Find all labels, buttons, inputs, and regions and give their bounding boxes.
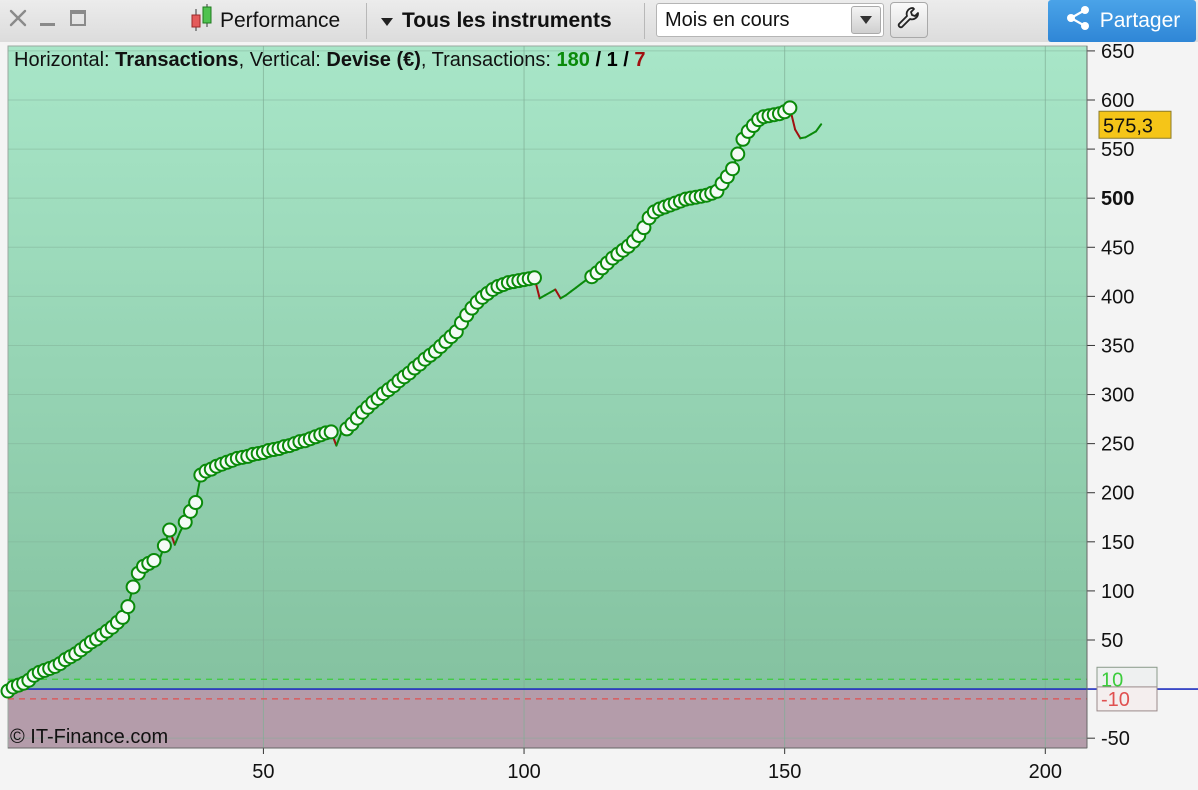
horizontal-value: Transactions xyxy=(115,49,239,71)
chart-header: Horizontal: Transactions, Vertical: Devi… xyxy=(14,49,646,71)
close-icon[interactable] xyxy=(8,6,28,30)
share-button[interactable]: Partager xyxy=(1048,0,1196,42)
horizontal-label: Horizontal: xyxy=(14,49,110,71)
equity-high-marker xyxy=(120,599,136,615)
vertical-label: Vertical: xyxy=(249,49,321,71)
lower-threshold-label-text: -10 xyxy=(1101,689,1130,711)
equity-high-marker xyxy=(188,495,204,511)
equity-high-marker xyxy=(730,146,746,162)
y-tick-label: -50 xyxy=(1101,728,1130,750)
wrench-icon xyxy=(896,5,922,36)
instruments-dropdown[interactable]: Tous les instruments xyxy=(380,4,612,38)
slash: / xyxy=(595,49,602,71)
y-tick-label: 100 xyxy=(1101,581,1134,603)
transactions-label: Transactions: xyxy=(431,49,551,71)
equity-high-marker xyxy=(125,579,141,595)
x-tick-label: 200 xyxy=(1029,761,1062,783)
y-tick-label: 50 xyxy=(1101,630,1123,652)
vertical-value: Devise (€) xyxy=(326,49,421,71)
y-tick-label: 150 xyxy=(1101,532,1134,554)
y-tick-label: 600 xyxy=(1101,90,1134,112)
copyright-text: © IT-Finance.com xyxy=(10,726,169,748)
minimize-icon[interactable] xyxy=(38,6,58,30)
toolbar: Performance Tous les instruments Mois en… xyxy=(0,0,1198,43)
period-select[interactable]: Mois en cours xyxy=(656,3,884,37)
instruments-label: Tous les instruments xyxy=(402,9,612,32)
y-tick-label: 250 xyxy=(1101,434,1134,456)
equity-high-marker xyxy=(323,424,339,440)
slash: / xyxy=(623,49,629,71)
performance-chart[interactable]: 50 100 150 20065060055050045040035030025020… xyxy=(0,42,1198,790)
y-tick-label: 200 xyxy=(1101,483,1134,505)
chart-area[interactable]: 50 100 150 200 650 600 550 500 450 400 350 300 250 20… xyxy=(0,42,1198,790)
x-tick-label: 150 xyxy=(768,761,801,783)
performance-label: Performance xyxy=(220,9,341,32)
settings-button[interactable] xyxy=(890,2,928,38)
equity-high-marker xyxy=(725,161,741,177)
positive-zone xyxy=(8,46,1087,690)
maximize-icon[interactable] xyxy=(68,6,88,30)
y-tick-label: 550 xyxy=(1101,139,1134,161)
equity-high-marker xyxy=(146,552,162,568)
x-tick-label: 50 xyxy=(252,761,274,783)
neutral-count: 1 xyxy=(606,49,618,71)
x-tick-label: 100 xyxy=(507,761,540,783)
negative-zone xyxy=(8,689,1087,748)
equity-high-marker xyxy=(156,538,172,554)
triangle-down-icon xyxy=(380,9,394,33)
toolbar-separator xyxy=(644,3,645,39)
last-value-badge: 575,3 xyxy=(1098,110,1172,139)
y-tick-label: 300 xyxy=(1101,385,1134,407)
lower-threshold-label: -10 xyxy=(1096,686,1158,712)
y-tick-label: 350 xyxy=(1101,335,1134,357)
share-label: Partager xyxy=(1099,9,1181,32)
y-tick-label: 500 xyxy=(1101,188,1134,210)
y-tick-label: 400 xyxy=(1101,286,1134,308)
y-tick-label: 450 xyxy=(1101,237,1134,259)
period-value: Mois en cours xyxy=(665,8,790,31)
equity-high-marker xyxy=(782,100,798,116)
chevron-down-icon[interactable] xyxy=(851,6,881,34)
last-value-text: 575,3 xyxy=(1103,115,1153,137)
share-icon xyxy=(1064,4,1092,38)
y-tick-label: 650 xyxy=(1101,42,1134,63)
equity-high-marker xyxy=(162,522,178,538)
toolbar-separator xyxy=(366,3,367,39)
winning-count: 180 xyxy=(556,49,590,71)
performance-button[interactable]: Performance xyxy=(190,4,340,38)
losing-count: 7 xyxy=(634,49,646,71)
candlestick-icon xyxy=(190,3,214,39)
equity-high-marker xyxy=(526,270,542,286)
